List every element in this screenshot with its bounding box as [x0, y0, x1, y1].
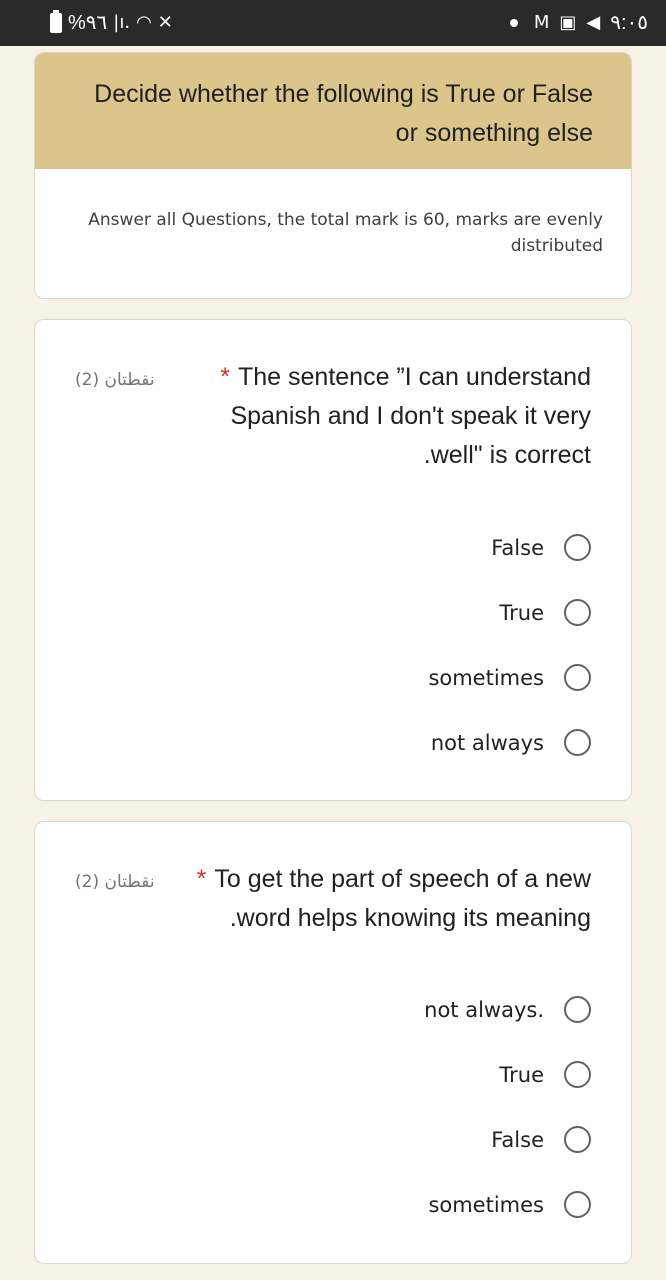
question-title: * The sentence ”I can understand Spanish … [191, 358, 591, 475]
radio-button[interactable] [564, 599, 591, 626]
radio-button[interactable] [564, 1126, 591, 1153]
required-asterisk: * [220, 363, 230, 391]
option-not-always[interactable]: not always. [191, 977, 591, 1042]
option-sometimes[interactable]: sometimes [191, 645, 591, 710]
gmail-icon: M [533, 12, 550, 33]
option-not-always[interactable]: not always [191, 710, 591, 775]
question-card-2: نقطتان (2) * To get the part of speech of… [34, 821, 632, 1264]
form-title: Decide whether the following is True or … [35, 53, 631, 169]
option-false[interactable]: False [191, 1107, 591, 1172]
question-text: The sentence ”I can understand Spanish a… [230, 363, 591, 469]
notification-dot-icon [509, 18, 518, 27]
option-label: not always [430, 730, 544, 755]
battery-icon [50, 9, 62, 33]
option-false[interactable]: False [191, 515, 591, 580]
option-sometimes[interactable]: sometimes [191, 1172, 591, 1237]
radio-button[interactable] [564, 664, 591, 691]
question-title: * To get the part of speech of a new .wor… [191, 860, 591, 938]
radio-button[interactable] [564, 996, 591, 1023]
option-true[interactable]: True [191, 1042, 591, 1107]
wifi-icon: ◠ [136, 12, 152, 33]
radio-button[interactable] [564, 1191, 591, 1218]
status-left: %٩٦ |ı. ◠ ✕ [50, 9, 173, 35]
question-card-1: نقطتان (2) * The sentence ”I can understa… [34, 319, 632, 801]
options-group: not always. True False sometimes [191, 977, 591, 1237]
radio-button[interactable] [564, 1061, 591, 1088]
option-label: sometimes [428, 1192, 544, 1217]
status-right: M ▣ ◀ ٩:٠٥ [509, 10, 648, 35]
form-header-card: Decide whether the following is True or … [34, 52, 632, 299]
status-bar: %٩٦ |ı. ◠ ✕ M ▣ ◀ ٩:٠٥ [0, 0, 666, 46]
question-points: نقطتان (2) [75, 872, 155, 892]
option-label: False [491, 535, 544, 560]
option-label: True [499, 600, 544, 625]
question-text: To get the part of speech of a new .word… [214, 865, 591, 932]
radio-button[interactable] [564, 729, 591, 756]
option-label: not always. [424, 997, 544, 1022]
option-label: False [491, 1127, 544, 1152]
options-group: False True sometimes not always [191, 515, 591, 775]
clock: ٩:٠٥ [610, 12, 648, 34]
question-points: نقطتان (2) [75, 370, 155, 390]
battery-level: %٩٦ [68, 12, 108, 34]
radio-button[interactable] [564, 534, 591, 561]
option-true[interactable]: True [191, 580, 591, 645]
option-label: sometimes [428, 665, 544, 690]
gallery-icon: ▣ [559, 12, 577, 33]
telegram-icon: ◀ [586, 12, 601, 33]
mute-icon: ✕ [157, 12, 173, 33]
option-label: True [499, 1062, 544, 1087]
signal-icon: |ı. [113, 12, 131, 33]
form-description: Answer all Questions, the total mark is … [88, 210, 603, 256]
required-asterisk: * [196, 865, 207, 893]
